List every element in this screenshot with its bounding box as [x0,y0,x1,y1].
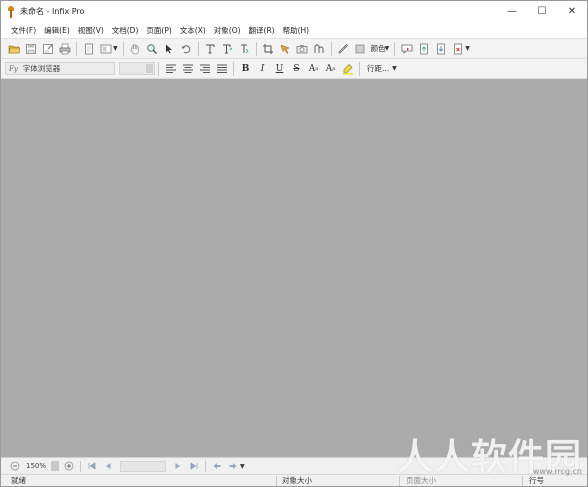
status-page-size: 页面大小 [406,476,436,485]
underline-button[interactable]: U [273,62,287,76]
menu-text[interactable]: 文本(X) [176,25,210,36]
toolbar-separator [255,41,257,56]
text-edit-icon[interactable] [220,42,234,56]
status-ready: 就绪 [11,476,26,485]
app-icon [6,5,16,18]
superscript-button[interactable]: Aa [307,62,321,76]
chevron-down-icon[interactable]: ▼ [240,463,245,470]
page-down-icon[interactable] [434,42,448,56]
navbar-separator [205,460,207,472]
zoom-icon[interactable] [145,42,159,56]
window-title: 未命名 - Infix Pro [20,7,85,16]
line-spacing-dropdown[interactable]: 行距... [367,63,389,74]
minimize-button[interactable]: — [497,1,527,22]
save-icon[interactable] [24,42,38,56]
font-browser-placeholder: 字体浏览器 [22,64,61,73]
menu-help[interactable]: 帮助(H) [279,25,314,36]
crop-icon[interactable] [261,42,275,56]
menu-view[interactable]: 视图(V) [74,25,108,36]
status-bar: 就绪 对象大小 页面大小 行号 [1,474,587,486]
align-justify-icon[interactable] [215,62,229,76]
toolbar-separator [330,41,332,56]
color-swatch-icon[interactable] [353,42,367,56]
color-label[interactable]: 颜色 [371,43,386,54]
menu-object[interactable]: 对象(O) [210,25,245,36]
toolbar-separator [197,41,199,56]
status-divider [276,476,277,486]
toolbar-separator [76,41,77,56]
font-browser-field[interactable]: Fy 字体浏览器 [5,62,115,75]
subscript-button[interactable]: Aa [324,62,338,76]
back-icon[interactable] [211,460,223,472]
page-number-field[interactable] [120,460,167,472]
first-page-icon[interactable] [86,460,98,472]
select-arrow-icon[interactable] [162,42,176,56]
subscript-mark: a [332,65,336,72]
zoom-slider[interactable] [51,461,60,471]
bold-button[interactable]: B [239,62,253,76]
close-button[interactable]: ✕ [557,1,587,22]
chevron-down-icon[interactable]: ▼ [113,45,118,52]
page-delete-icon[interactable] [451,42,465,56]
camera-icon[interactable] [295,42,309,56]
menu-edit[interactable]: 编辑(E) [40,25,74,36]
next-page-icon[interactable] [172,460,184,472]
toolbar-separator [359,61,360,76]
main-toolbar: ▼ 颜色 ▼ ▼ [1,39,587,59]
page-view-icon[interactable] [82,42,96,56]
save-as-icon[interactable] [41,42,55,56]
superscript-mark: a [315,65,319,72]
font-icon: Fy [9,64,18,73]
zoom-in-icon[interactable] [63,460,75,472]
menu-document[interactable]: 文档(D) [108,25,143,36]
toolbar-separator [394,41,396,56]
menu-page[interactable]: 页面(P) [142,25,175,36]
strikethrough-button[interactable]: S [290,62,304,76]
page-layout-icon[interactable] [99,42,113,56]
window-controls: — ☐ ✕ [497,1,587,22]
font-size-field[interactable] [119,62,155,75]
last-page-icon[interactable] [188,460,200,472]
document-workspace[interactable] [1,79,587,457]
navbar-separator [80,460,82,472]
shape-tool-icon[interactable] [312,42,326,56]
print-icon[interactable] [58,42,72,56]
toolbar-separator [122,41,124,56]
text-tool-icon[interactable] [203,42,217,56]
toolbar-separator [158,61,159,76]
align-right-icon[interactable] [198,62,212,76]
zoom-out-icon[interactable] [9,460,21,472]
title-bar: 未命名 - Infix Pro — ☐ ✕ [1,1,587,22]
app-window: 未命名 - Infix Pro — ☐ ✕ 文件(F) 编辑(E) 视图(V) … [0,0,588,487]
hand-tool-icon[interactable] [128,42,142,56]
toolbar-separator [233,61,234,76]
maximize-button[interactable]: ☐ [527,1,557,22]
page-up-icon[interactable] [417,42,431,56]
chevron-down-icon[interactable]: ▼ [385,45,390,52]
menu-translate[interactable]: 翻译(R) [245,25,279,36]
zoom-level[interactable]: 150% [26,462,46,470]
eyedropper-icon[interactable] [336,42,350,56]
highlighter-icon[interactable] [341,62,355,76]
menu-bar: 文件(F) 编辑(E) 视图(V) 文档(D) 页面(P) 文本(X) 对象(O… [1,22,587,39]
status-line-number: 行号 [529,476,544,485]
status-object-size: 对象大小 [282,476,312,485]
open-folder-icon[interactable] [7,42,21,56]
undo-icon[interactable] [179,42,193,56]
chevron-down-icon[interactable]: ▼ [392,65,397,72]
italic-button[interactable]: I [256,62,270,76]
status-divider [522,476,523,486]
object-tool-icon[interactable] [278,42,292,56]
navigation-bar: 150% ▼ [1,457,587,474]
align-left-icon[interactable] [164,62,178,76]
text-insert-icon[interactable] [237,42,251,56]
previous-page-icon[interactable] [102,460,114,472]
align-center-icon[interactable] [181,62,195,76]
format-toolbar: Fy 字体浏览器 B I U S Aa Aa 行距... ▼ [1,59,587,79]
chevron-down-icon[interactable]: ▼ [465,45,470,52]
menu-file[interactable]: 文件(F) [7,25,40,36]
status-divider [399,476,400,486]
comment-icon[interactable] [400,42,414,56]
forward-icon[interactable] [227,460,239,472]
